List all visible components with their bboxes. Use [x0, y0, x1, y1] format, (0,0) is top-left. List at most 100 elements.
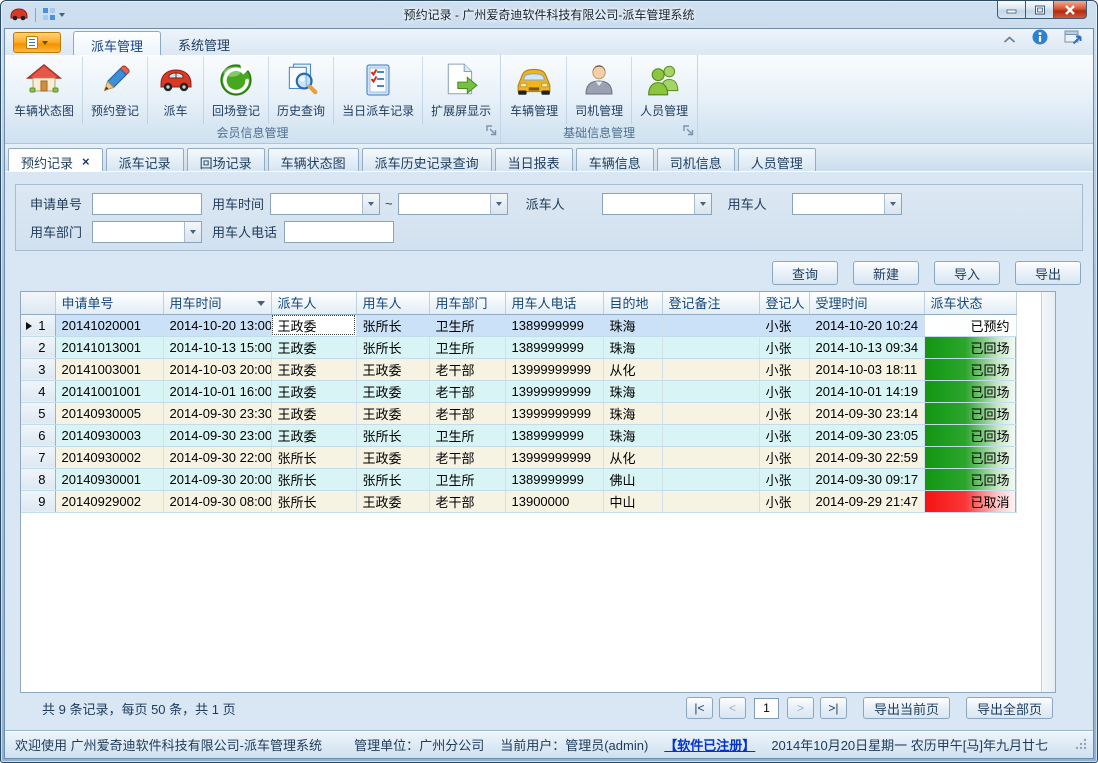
- new-button[interactable]: 新建: [853, 261, 919, 285]
- quick-access-grid-button[interactable]: [43, 8, 65, 21]
- cell-order-no[interactable]: 20140930003: [55, 424, 163, 446]
- cell-destination[interactable]: 珠海: [603, 424, 662, 446]
- cell-registrar[interactable]: 小张: [759, 490, 809, 512]
- cell-dispatch-status[interactable]: 已回场: [924, 358, 1016, 380]
- table-row[interactable]: 9201409290022014-09-30 08:00张所长王政委老干部139…: [21, 490, 1016, 512]
- cell-dispatcher[interactable]: 王政委: [271, 314, 356, 336]
- cell-user[interactable]: 王政委: [356, 446, 429, 468]
- cell-user[interactable]: 张所长: [356, 468, 429, 490]
- ribbon-button[interactable]: 回场登记: [204, 57, 269, 124]
- order-no-input[interactable]: [92, 193, 202, 215]
- cell-user[interactable]: 王政委: [356, 402, 429, 424]
- table-row[interactable]: 2201410130012014-10-13 15:00王政委张所长卫生所138…: [21, 336, 1016, 358]
- cell-dispatcher[interactable]: 王政委: [271, 402, 356, 424]
- cell-dept[interactable]: 卫生所: [429, 336, 505, 358]
- ribbon-button[interactable]: 司机管理: [567, 57, 632, 124]
- page-number-input[interactable]: [754, 698, 779, 719]
- query-button[interactable]: 查询: [772, 261, 838, 285]
- row-selector-cell[interactable]: 9: [21, 490, 55, 512]
- cell-order-no[interactable]: 20141003001: [55, 358, 163, 380]
- document-tab[interactable]: 当日报表: [495, 148, 573, 171]
- table-row[interactable]: 7201409300022014-09-30 22:00张所长王政委老干部139…: [21, 446, 1016, 468]
- document-tab[interactable]: 派车历史记录查询: [362, 148, 492, 171]
- export-current-page-button[interactable]: 导出当前页: [863, 697, 950, 719]
- cell-dept[interactable]: 老干部: [429, 358, 505, 380]
- maximize-button[interactable]: [1025, 0, 1054, 19]
- ribbon-button[interactable]: 车辆状态图: [6, 57, 83, 124]
- cell-dispatch-status[interactable]: 已回场: [924, 446, 1016, 468]
- export-all-pages-button[interactable]: 导出全部页: [966, 697, 1053, 719]
- dialog-launcher-icon[interactable]: [486, 125, 497, 139]
- dispatcher-combobox[interactable]: [602, 193, 712, 215]
- cell-destination[interactable]: 珠海: [603, 336, 662, 358]
- column-header[interactable]: 用车时间: [163, 292, 271, 314]
- cell-dispatch-status[interactable]: 已回场: [924, 336, 1016, 358]
- cell-phone[interactable]: 1389999999: [505, 336, 603, 358]
- cell-use-time[interactable]: 2014-09-30 23:30: [163, 402, 271, 424]
- row-selector-cell[interactable]: 1: [21, 314, 55, 336]
- document-tab[interactable]: 派车记录: [106, 148, 184, 171]
- document-tab[interactable]: 预约记录×: [8, 148, 103, 171]
- resize-grip[interactable]: [1074, 737, 1087, 753]
- row-selector-cell[interactable]: 8: [21, 468, 55, 490]
- ribbon-button[interactable]: 扩展屏显示: [423, 57, 499, 124]
- cell-note[interactable]: [662, 314, 759, 336]
- cell-accepted-time[interactable]: 2014-09-30 22:59: [809, 446, 924, 468]
- cell-dept[interactable]: 老干部: [429, 380, 505, 402]
- column-header[interactable]: 目的地: [603, 292, 662, 314]
- cell-phone[interactable]: 13999999999: [505, 358, 603, 380]
- cell-use-time[interactable]: 2014-10-13 15:00: [163, 336, 271, 358]
- ribbon-tab[interactable]: 系统管理: [161, 31, 247, 55]
- column-header[interactable]: 登记人: [759, 292, 809, 314]
- row-selector-cell[interactable]: 4: [21, 380, 55, 402]
- cell-order-no[interactable]: 20140930005: [55, 402, 163, 424]
- last-page-button[interactable]: >|: [820, 697, 847, 719]
- column-header[interactable]: 派车人: [271, 292, 356, 314]
- cell-dispatch-status[interactable]: 已取消: [924, 490, 1016, 512]
- cell-note[interactable]: [662, 490, 759, 512]
- cell-dept[interactable]: 老干部: [429, 490, 505, 512]
- application-menu-button[interactable]: [13, 32, 61, 53]
- cell-destination[interactable]: 珠海: [603, 402, 662, 424]
- cell-note[interactable]: [662, 446, 759, 468]
- phone-input[interactable]: [284, 221, 394, 243]
- table-row[interactable]: 1201410200012014-10-20 13:00王政委张所长卫生所138…: [21, 314, 1016, 336]
- ribbon-button[interactable]: 当日派车记录: [334, 57, 423, 124]
- cell-phone[interactable]: 1389999999: [505, 424, 603, 446]
- column-header[interactable]: 派车状态: [924, 292, 1016, 314]
- cell-use-time[interactable]: 2014-09-30 08:00: [163, 490, 271, 512]
- cell-destination[interactable]: 从化: [603, 446, 662, 468]
- cell-accepted-time[interactable]: 2014-10-13 09:34: [809, 336, 924, 358]
- cell-use-time[interactable]: 2014-09-30 23:00: [163, 424, 271, 446]
- cell-user[interactable]: 张所长: [356, 424, 429, 446]
- cell-dispatcher[interactable]: 张所长: [271, 468, 356, 490]
- collapse-ribbon-icon[interactable]: [1003, 31, 1016, 49]
- cell-dispatcher[interactable]: 王政委: [271, 424, 356, 446]
- cell-dept[interactable]: 卫生所: [429, 468, 505, 490]
- cell-phone[interactable]: 13999999999: [505, 446, 603, 468]
- cell-accepted-time[interactable]: 2014-09-30 23:14: [809, 402, 924, 424]
- cell-accepted-time[interactable]: 2014-10-03 18:11: [809, 358, 924, 380]
- ribbon-button[interactable]: 派车: [148, 57, 204, 124]
- dialog-launcher-icon[interactable]: [683, 125, 694, 139]
- cell-accepted-time[interactable]: 2014-09-29 21:47: [809, 490, 924, 512]
- cell-order-no[interactable]: 20141013001: [55, 336, 163, 358]
- cell-use-time[interactable]: 2014-10-01 16:00: [163, 380, 271, 402]
- column-header[interactable]: 用车人: [356, 292, 429, 314]
- document-tab[interactable]: 车辆信息: [576, 148, 654, 171]
- cell-order-no[interactable]: 20140930001: [55, 468, 163, 490]
- cell-dept[interactable]: 老干部: [429, 402, 505, 424]
- cell-order-no[interactable]: 20140929002: [55, 490, 163, 512]
- combo-dropdown-button[interactable]: [490, 194, 507, 214]
- cell-registrar[interactable]: 小张: [759, 336, 809, 358]
- row-selector-cell[interactable]: 3: [21, 358, 55, 380]
- document-tab[interactable]: 车辆状态图: [268, 148, 359, 171]
- cell-note[interactable]: [662, 380, 759, 402]
- cell-dispatcher[interactable]: 王政委: [271, 336, 356, 358]
- cell-dept[interactable]: 卫生所: [429, 424, 505, 446]
- app-window-icon[interactable]: [10, 8, 28, 21]
- cell-registrar[interactable]: 小张: [759, 402, 809, 424]
- cell-dispatcher[interactable]: 王政委: [271, 380, 356, 402]
- cell-phone[interactable]: 1389999999: [505, 468, 603, 490]
- cell-order-no[interactable]: 20141020001: [55, 314, 163, 336]
